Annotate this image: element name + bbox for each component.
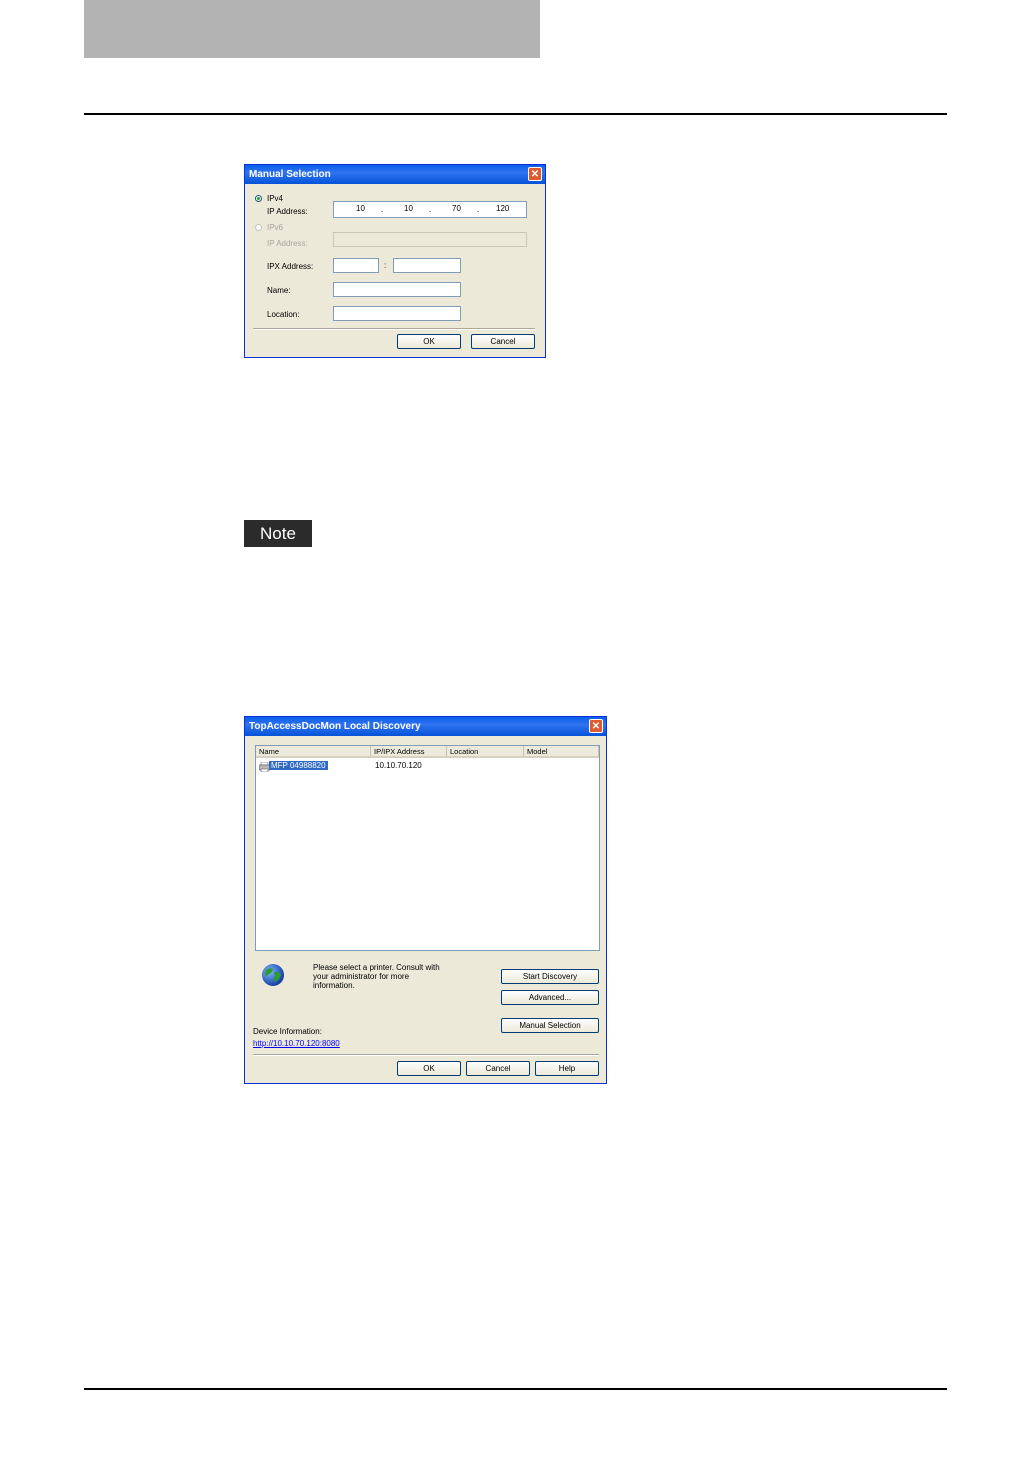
column-header-model[interactable]: Model <box>524 746 599 758</box>
footer-rule <box>84 1388 947 1390</box>
column-header-address[interactable]: IP/IPX Address <box>371 746 447 758</box>
ok-button[interactable]: OK <box>397 334 461 349</box>
printer-list[interactable]: Name IP/IPX Address Location Model MFP 0… <box>255 745 600 951</box>
divider <box>253 1054 599 1056</box>
help-button[interactable]: Help <box>535 1061 599 1076</box>
ip-dot: . <box>381 205 384 214</box>
manual-selection-button[interactable]: Manual Selection <box>501 1018 599 1033</box>
row-name: MFP 04988820 <box>269 761 328 770</box>
dialog-titlebar: TopAccessDocMon Local Discovery ✕ <box>245 717 606 736</box>
ipx-network-field[interactable] <box>333 258 379 273</box>
table-row[interactable]: MFP 04988820 10.10.70.120 <box>256 761 599 772</box>
dialog-title: TopAccessDocMon Local Discovery <box>249 721 421 732</box>
manual-selection-dialog: Manual Selection ✕ IPv4 IP Address: 10 .… <box>244 164 546 358</box>
column-header-name[interactable]: Name <box>256 746 371 758</box>
header-rule <box>84 113 947 115</box>
ip-octet-1: 10 <box>356 204 365 213</box>
globe-icon <box>262 964 284 986</box>
ipv4-label: IPv4 <box>267 194 284 203</box>
ipv6-address-field[interactable] <box>333 232 527 247</box>
ipv6-address-label: IP Address: <box>267 239 308 248</box>
advanced-button[interactable]: Advanced... <box>501 990 599 1005</box>
info-message: Please select a printer. Consult with yo… <box>313 963 440 990</box>
name-field[interactable] <box>333 282 461 297</box>
start-discovery-button[interactable]: Start Discovery <box>501 969 599 984</box>
row-address: 10.10.70.120 <box>375 761 422 770</box>
ipx-address-label: IPX Address: <box>267 262 314 271</box>
ip-dot: . <box>477 205 480 214</box>
local-discovery-dialog: TopAccessDocMon Local Discovery ✕ Name I… <box>244 716 607 1084</box>
cancel-button[interactable]: Cancel <box>466 1061 530 1076</box>
ipv6-label: IPv6 <box>267 223 284 232</box>
ip-octet-4: 120 <box>496 204 510 213</box>
column-header-location[interactable]: Location <box>447 746 524 758</box>
ip-octet-3: 70 <box>452 204 461 213</box>
ipv4-address-field[interactable]: 10 . 10 . 70 . 120 <box>333 201 527 218</box>
device-info-label: Device Information: <box>253 1027 322 1036</box>
dialog-titlebar: Manual Selection ✕ <box>245 165 545 184</box>
ipx-separator: : <box>384 261 387 270</box>
header-bar <box>84 0 540 58</box>
ipv4-address-label: IP Address: <box>267 207 308 216</box>
ok-button[interactable]: OK <box>397 1061 461 1076</box>
ipv6-radio[interactable] <box>255 224 262 231</box>
ip-octet-2: 10 <box>404 204 413 213</box>
ipx-node-field[interactable] <box>393 258 461 273</box>
divider <box>253 328 535 330</box>
location-label: Location: <box>267 310 300 319</box>
note-badge: Note <box>244 520 312 547</box>
location-field[interactable] <box>333 306 461 321</box>
ipv4-radio[interactable] <box>255 195 262 202</box>
dialog-title: Manual Selection <box>249 169 331 180</box>
close-icon[interactable]: ✕ <box>528 167 542 181</box>
name-label: Name: <box>267 286 291 295</box>
close-icon[interactable]: ✕ <box>589 719 603 733</box>
ip-dot: . <box>429 205 432 214</box>
device-url-link[interactable]: http://10.10.70.120:8080 <box>253 1039 340 1048</box>
cancel-button[interactable]: Cancel <box>471 334 535 349</box>
